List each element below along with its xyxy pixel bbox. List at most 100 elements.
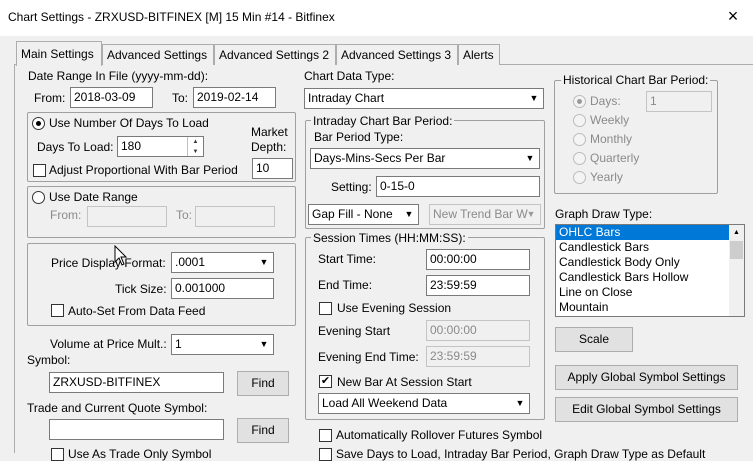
evening-end-label: Evening End Time: [318, 350, 419, 364]
bar-period-setting-field[interactable]: 0-15-0 [376, 176, 540, 197]
historical-weekly-radio[interactable] [573, 114, 586, 127]
trade-only-checkbox[interactable] [51, 448, 64, 461]
session-group-title: Session Times (HH:MM:SS): [311, 231, 468, 245]
historical-yearly-radio[interactable] [573, 171, 586, 184]
save-defaults-label: Save Days to Load, Intraday Bar Period, … [336, 447, 706, 461]
historical-weekly-label: Weekly [590, 113, 630, 127]
price-format-label: Price Display Format: [51, 256, 166, 270]
days-spinner[interactable]: ▲ ▼ [187, 137, 203, 156]
bar-period-type-label: Bar Period Type: [314, 130, 404, 144]
tab-advanced-settings-2[interactable]: Advanced Settings 2 [214, 44, 336, 65]
weekend-data-dropdown[interactable]: Load All Weekend Data ▼ [318, 393, 530, 414]
spin-up-icon[interactable]: ▲ [188, 137, 203, 147]
tab-advanced-settings-3[interactable]: Advanced Settings 3 [336, 44, 458, 65]
gap-fill-dropdown[interactable]: Gap Fill - None ▼ [308, 204, 419, 225]
trade-symbol-label: Trade and Current Quote Symbol: [27, 401, 208, 415]
historical-days-radio[interactable] [573, 95, 586, 108]
chevron-down-icon: ▼ [526, 209, 536, 219]
bar-period-type-value: Days-Mins-Secs Per Bar [314, 151, 446, 165]
historical-monthly-radio[interactable] [573, 133, 586, 146]
chart-data-type-label: Chart Data Type: [304, 69, 395, 83]
new-trend-bar-dropdown[interactable]: New Trend Bar W ▼ [429, 204, 541, 225]
list-item[interactable]: OHLC Bars [556, 225, 744, 240]
symbol-label: Symbol: [27, 353, 71, 367]
evening-end-field[interactable]: 23:59:59 [426, 346, 530, 367]
tick-size-field[interactable]: 0.001000 [171, 278, 274, 299]
spin-down-icon[interactable]: ▼ [188, 147, 203, 156]
gap-fill-value: Gap Fill - None [312, 207, 393, 221]
save-defaults-checkbox[interactable] [319, 448, 332, 461]
date-to-label: To: [172, 91, 189, 105]
list-item[interactable]: Candlestick Body Only [556, 255, 744, 270]
scale-button[interactable]: Scale [555, 327, 633, 352]
list-scrollbar[interactable]: ▲ [729, 225, 744, 316]
auto-set-label: Auto-Set From Data Feed [68, 304, 206, 318]
market-depth-field[interactable]: 10 [252, 158, 293, 179]
historical-quarterly-radio[interactable] [573, 152, 586, 165]
range-to-label: To: [176, 208, 193, 222]
symbol-find-button[interactable]: Find [237, 371, 289, 396]
chevron-down-icon: ▼ [259, 257, 269, 267]
historical-group-title: Historical Chart Bar Period: [561, 73, 711, 87]
tab-advanced-settings[interactable]: Advanced Settings [102, 44, 214, 65]
market-label: Market [251, 125, 288, 139]
bar-period-type-dropdown[interactable]: Days-Mins-Secs Per Bar ▼ [310, 148, 540, 169]
list-item[interactable]: Candlestick Bars Hollow [556, 270, 744, 285]
use-days-radio[interactable] [32, 117, 45, 130]
adjust-proportional-checkbox[interactable] [33, 164, 46, 177]
price-format-dropdown[interactable]: .0001 ▼ [171, 252, 274, 273]
symbol-field[interactable]: ZRXUSD-BITFINEX [49, 372, 224, 393]
auto-rollover-label: Automatically Rollover Futures Symbol [336, 428, 543, 442]
chevron-down-icon: ▼ [525, 153, 535, 163]
historical-days-field[interactable]: 1 [646, 91, 712, 112]
scroll-thumb[interactable] [730, 241, 743, 259]
file-from-date-field[interactable]: 2018-03-09 [70, 87, 153, 108]
mouse-cursor-icon [114, 245, 128, 266]
auto-rollover-checkbox[interactable] [319, 429, 332, 442]
evening-start-label: Evening Start [318, 324, 391, 338]
list-item[interactable]: Candlestick Bars [556, 240, 744, 255]
new-bar-session-checkbox[interactable]: ✔ [319, 375, 332, 388]
use-evening-session-label: Use Evening Session [337, 301, 452, 315]
historical-quarterly-label: Quarterly [590, 151, 640, 165]
use-date-range-radio[interactable] [32, 191, 45, 204]
historical-days-label: Days: [590, 94, 621, 108]
range-from-label: From: [50, 208, 82, 222]
list-item[interactable]: Line on Close [556, 285, 744, 300]
start-time-label: Start Time: [318, 252, 377, 266]
start-time-field[interactable]: 00:00:00 [426, 249, 530, 270]
days-to-load-value: 180 [121, 139, 142, 153]
close-icon[interactable]: × [718, 4, 748, 28]
range-to-field[interactable] [195, 206, 275, 227]
edit-global-symbol-settings-button[interactable]: Edit Global Symbol Settings [555, 397, 738, 422]
trade-symbol-find-button[interactable]: Find [237, 418, 289, 443]
evening-start-field[interactable]: 00:00:00 [426, 320, 530, 341]
date-range-heading: Date Range In File (yyyy-mm-dd): [28, 69, 209, 83]
graph-draw-type-label: Graph Draw Type: [555, 207, 653, 221]
chart-data-type-dropdown[interactable]: Intraday Chart ▼ [304, 88, 544, 109]
graph-draw-type-list[interactable]: OHLC Bars Candlestick Bars Candlestick B… [555, 224, 745, 317]
chart-data-type-value: Intraday Chart [308, 91, 385, 105]
range-from-field[interactable] [87, 206, 167, 227]
trade-symbol-field[interactable] [49, 419, 224, 440]
intraday-group-title: Intraday Chart Bar Period: [311, 114, 455, 128]
use-days-label: Use Number Of Days To Load [49, 116, 209, 130]
volume-mult-label: Volume at Price Mult.: [50, 337, 167, 351]
use-evening-session-checkbox[interactable] [319, 302, 332, 315]
list-item[interactable]: Mountain [556, 300, 744, 315]
days-to-load-label: Days To Load: [37, 140, 114, 154]
tab-main-settings[interactable]: Main Settings [16, 41, 102, 66]
chevron-down-icon: ▼ [404, 209, 414, 219]
historical-yearly-label: Yearly [590, 170, 623, 184]
end-time-field[interactable]: 23:59:59 [426, 275, 530, 296]
auto-set-checkbox[interactable] [51, 304, 64, 317]
tab-alerts[interactable]: Alerts [458, 44, 500, 65]
file-to-date-field[interactable]: 2019-02-14 [193, 87, 276, 108]
use-date-range-label: Use Date Range [49, 190, 138, 204]
days-to-load-field[interactable]: 180 ▲ ▼ [117, 136, 204, 157]
historical-monthly-label: Monthly [590, 132, 633, 146]
scroll-up-icon[interactable]: ▲ [730, 226, 743, 239]
volume-mult-dropdown[interactable]: 1 ▼ [171, 334, 274, 355]
apply-global-symbol-settings-button[interactable]: Apply Global Symbol Settings [555, 365, 738, 390]
new-bar-session-label: New Bar At Session Start [337, 375, 472, 389]
